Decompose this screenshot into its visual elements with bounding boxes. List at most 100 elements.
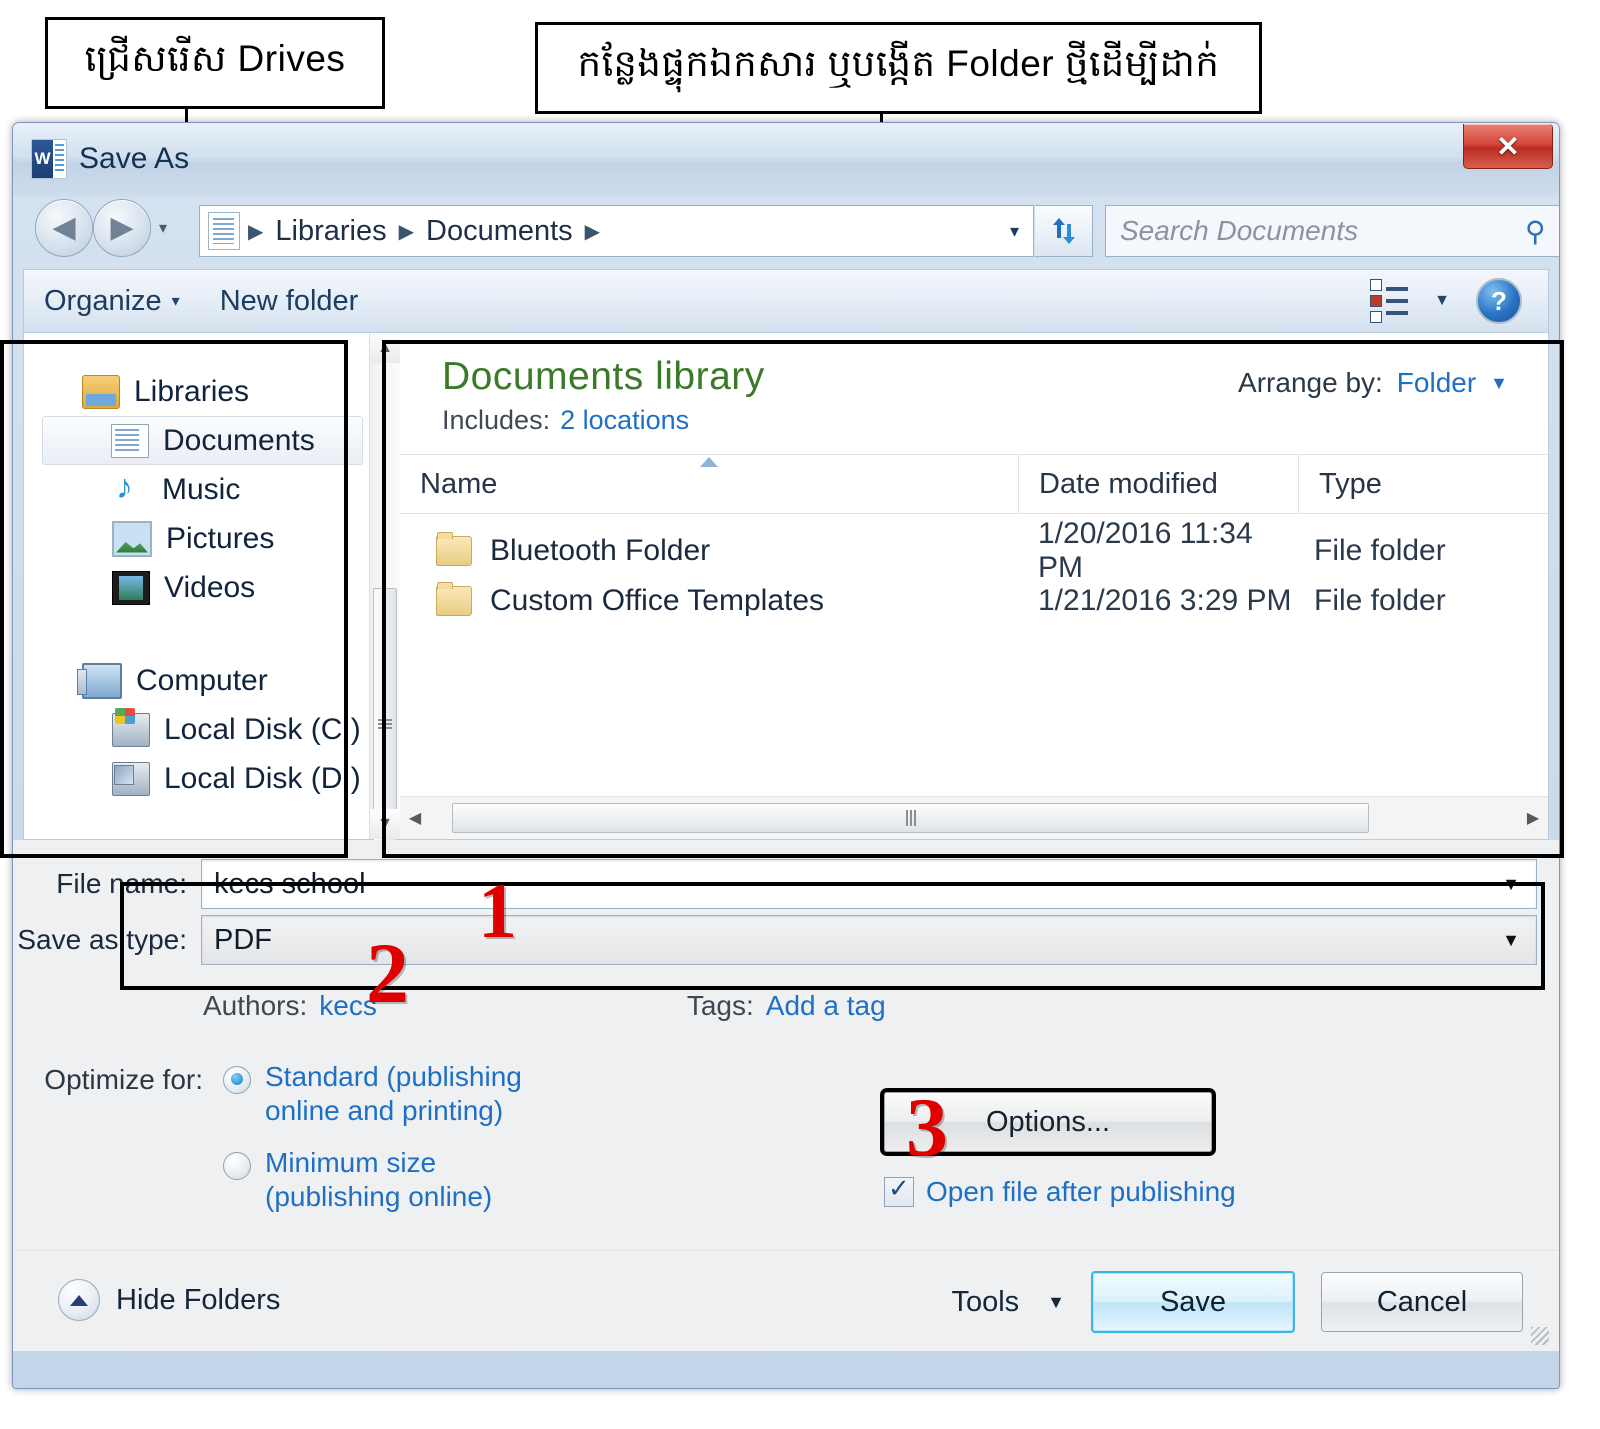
- breadcrumb-item-documents[interactable]: Documents: [422, 215, 577, 248]
- hide-folders-label: Hide Folders: [116, 1283, 281, 1316]
- table-row[interactable]: Custom Office Templates 1/21/2016 3:29 P…: [400, 576, 1548, 626]
- radio-minimum-label: Minimum size (publishing online): [265, 1146, 492, 1214]
- column-header-date-modified[interactable]: Date modified: [1018, 455, 1298, 513]
- help-button[interactable]: ?: [1476, 278, 1522, 324]
- command-toolbar: Organize ▾ New folder ▼ ?: [23, 269, 1549, 332]
- sidebar-item-label: Pictures: [166, 521, 275, 555]
- file-list-horizontal-scrollbar[interactable]: ◀ ▶: [400, 796, 1548, 839]
- hide-folders-button[interactable]: Hide Folders: [58, 1279, 280, 1321]
- annotation-callout-folder: កន្លែងផ្ទុកឯកសារ ឬបង្កើត Folder ថ្មីដើម្…: [535, 22, 1262, 114]
- resize-grip-icon[interactable]: [1531, 1327, 1549, 1345]
- toolbar-right-group: ▼ ?: [1370, 278, 1548, 324]
- sidebar-item-documents[interactable]: Documents: [42, 416, 363, 465]
- refresh-button[interactable]: [1035, 205, 1093, 257]
- table-row[interactable]: Bluetooth Folder 1/20/2016 11:34 PM File…: [400, 517, 1548, 584]
- sidebar-item-pictures[interactable]: Pictures: [24, 514, 369, 563]
- breadcrumb-separator-icon: ▶: [248, 220, 264, 243]
- breadcrumb-separator-icon: ▶: [398, 220, 414, 243]
- sidebar-item-music[interactable]: Music: [24, 465, 369, 514]
- tools-label: Tools: [951, 1285, 1020, 1318]
- file-name-cell: Bluetooth Folder: [400, 532, 1018, 568]
- column-header-name[interactable]: Name: [400, 455, 1018, 513]
- new-folder-button[interactable]: New folder: [200, 285, 379, 318]
- file-name-input[interactable]: kecs school ▼: [201, 859, 1537, 909]
- save-as-dialog: W Save As ✕ ◀ ▶ ▾ ▶ Libraries ▶ Document…: [12, 122, 1560, 1389]
- radio-standard[interactable]: Standard (publishing online and printing…: [223, 1060, 522, 1128]
- open-file-after-publishing-checkbox[interactable]: Open file after publishing: [884, 1173, 1236, 1208]
- sidebar-item-local-disk-d[interactable]: Local Disk (D:): [24, 754, 369, 803]
- forward-button[interactable]: ▶: [93, 199, 151, 257]
- sidebar-item-label: Computer: [136, 663, 268, 697]
- sidebar-item-label: Local Disk (D:): [164, 761, 361, 795]
- music-note-icon: [112, 468, 148, 507]
- recent-locations-caret-icon[interactable]: ▾: [159, 218, 167, 238]
- radio-standard-line1: Standard (publishing: [265, 1061, 522, 1092]
- scrollbar-track[interactable]: [430, 802, 1518, 834]
- breadcrumb-item-libraries[interactable]: Libraries: [271, 215, 390, 248]
- save-button[interactable]: Save: [1091, 1271, 1295, 1333]
- radio-standard-line2: online and printing): [265, 1095, 504, 1127]
- organize-button[interactable]: Organize ▾: [24, 285, 200, 318]
- optimize-for-group: Optimize for: Standard (publishing onlin…: [13, 1060, 1559, 1225]
- step-number-2: 2: [366, 925, 409, 1021]
- sidebar-item-videos[interactable]: Videos: [24, 563, 369, 612]
- scroll-left-arrow-icon[interactable]: ◀: [400, 808, 430, 828]
- navigation-buttons: ◀ ▶ ▾: [35, 199, 167, 257]
- sidebar-item-libraries[interactable]: Libraries: [24, 367, 369, 416]
- document-library-icon: [208, 212, 240, 250]
- includes-locations-link[interactable]: 2 locations: [560, 405, 689, 436]
- navigation-pane-scrollbar[interactable]: ▲ ▼: [369, 333, 400, 860]
- file-name-cell: Custom Office Templates: [400, 582, 1018, 618]
- tools-button[interactable]: Tools ▼: [951, 1286, 1065, 1319]
- authors-label: Authors:: [203, 990, 308, 1021]
- chevron-down-icon[interactable]: ▼: [1502, 930, 1520, 951]
- hard-disk-icon: [112, 761, 150, 796]
- chevron-down-icon: ▼: [1490, 372, 1508, 393]
- arrange-by-value: Folder: [1396, 367, 1477, 398]
- word-icon: W: [31, 139, 67, 179]
- file-name-label: Bluetooth Folder: [490, 534, 711, 567]
- sidebar-item-local-disk-c[interactable]: Local Disk (C:): [24, 705, 369, 754]
- scrollbar-grip-icon: [905, 810, 916, 826]
- sidebar-item-label: Libraries: [134, 374, 250, 408]
- search-icon: ⚲: [1525, 215, 1546, 247]
- metadata-row: Authors: kecs Tags: Add a tag: [13, 990, 1559, 1022]
- view-mode-icon[interactable]: [1370, 279, 1409, 323]
- file-name-label: File name:: [56, 868, 187, 899]
- chevron-down-icon: ▼: [1047, 1291, 1065, 1312]
- forward-arrow-icon: ▶: [110, 211, 134, 244]
- word-icon-letter: W: [32, 140, 53, 178]
- column-header-label: Date modified: [1039, 467, 1218, 500]
- add-a-tag-field[interactable]: Add a tag: [766, 990, 886, 1022]
- folder-icon: [436, 582, 472, 616]
- radio-minimum-indicator: [223, 1152, 251, 1181]
- scrollbar-thumb[interactable]: [452, 803, 1369, 833]
- column-header-type[interactable]: Type: [1298, 455, 1548, 513]
- arrange-by-control[interactable]: Arrange by: Folder ▼: [1238, 367, 1508, 399]
- chevron-down-icon[interactable]: ▾: [1010, 221, 1019, 242]
- file-name-value: kecs school: [214, 867, 366, 900]
- view-square: [1370, 279, 1383, 291]
- close-button[interactable]: ✕: [1463, 124, 1553, 169]
- libraries-icon: [82, 374, 120, 409]
- sidebar-item-computer[interactable]: Computer: [24, 656, 369, 705]
- cancel-button[interactable]: Cancel: [1321, 1272, 1523, 1332]
- radio-standard-label: Standard (publishing online and printing…: [265, 1060, 522, 1128]
- column-header-row: Name Date modified Type: [400, 454, 1548, 514]
- file-name-row: File name: kecs school ▼: [13, 856, 1559, 912]
- back-button[interactable]: ◀: [35, 199, 93, 257]
- breadcrumb[interactable]: ▶ Libraries ▶ Documents ▶ ▾: [199, 205, 1034, 257]
- file-list-pane: Documents library Includes: 2 locations …: [400, 333, 1548, 839]
- arrange-by-label: Arrange by:: [1238, 367, 1383, 398]
- view-dropdown-caret-icon[interactable]: ▼: [1434, 292, 1450, 310]
- radio-minimum-size[interactable]: Minimum size (publishing online): [223, 1146, 522, 1214]
- search-input[interactable]: Search Documents ⚲: [1105, 205, 1559, 257]
- save-as-type-value: PDF: [214, 923, 272, 956]
- optimize-radio-list: Standard (publishing online and printing…: [223, 1060, 522, 1225]
- computer-icon: [77, 662, 122, 699]
- scroll-right-arrow-icon[interactable]: ▶: [1518, 808, 1548, 828]
- scroll-up-arrow-icon[interactable]: ▲: [370, 333, 400, 363]
- column-header-label: Type: [1319, 467, 1382, 500]
- chevron-down-icon[interactable]: ▼: [1502, 874, 1520, 895]
- scroll-down-arrow-icon[interactable]: ▼: [370, 809, 400, 839]
